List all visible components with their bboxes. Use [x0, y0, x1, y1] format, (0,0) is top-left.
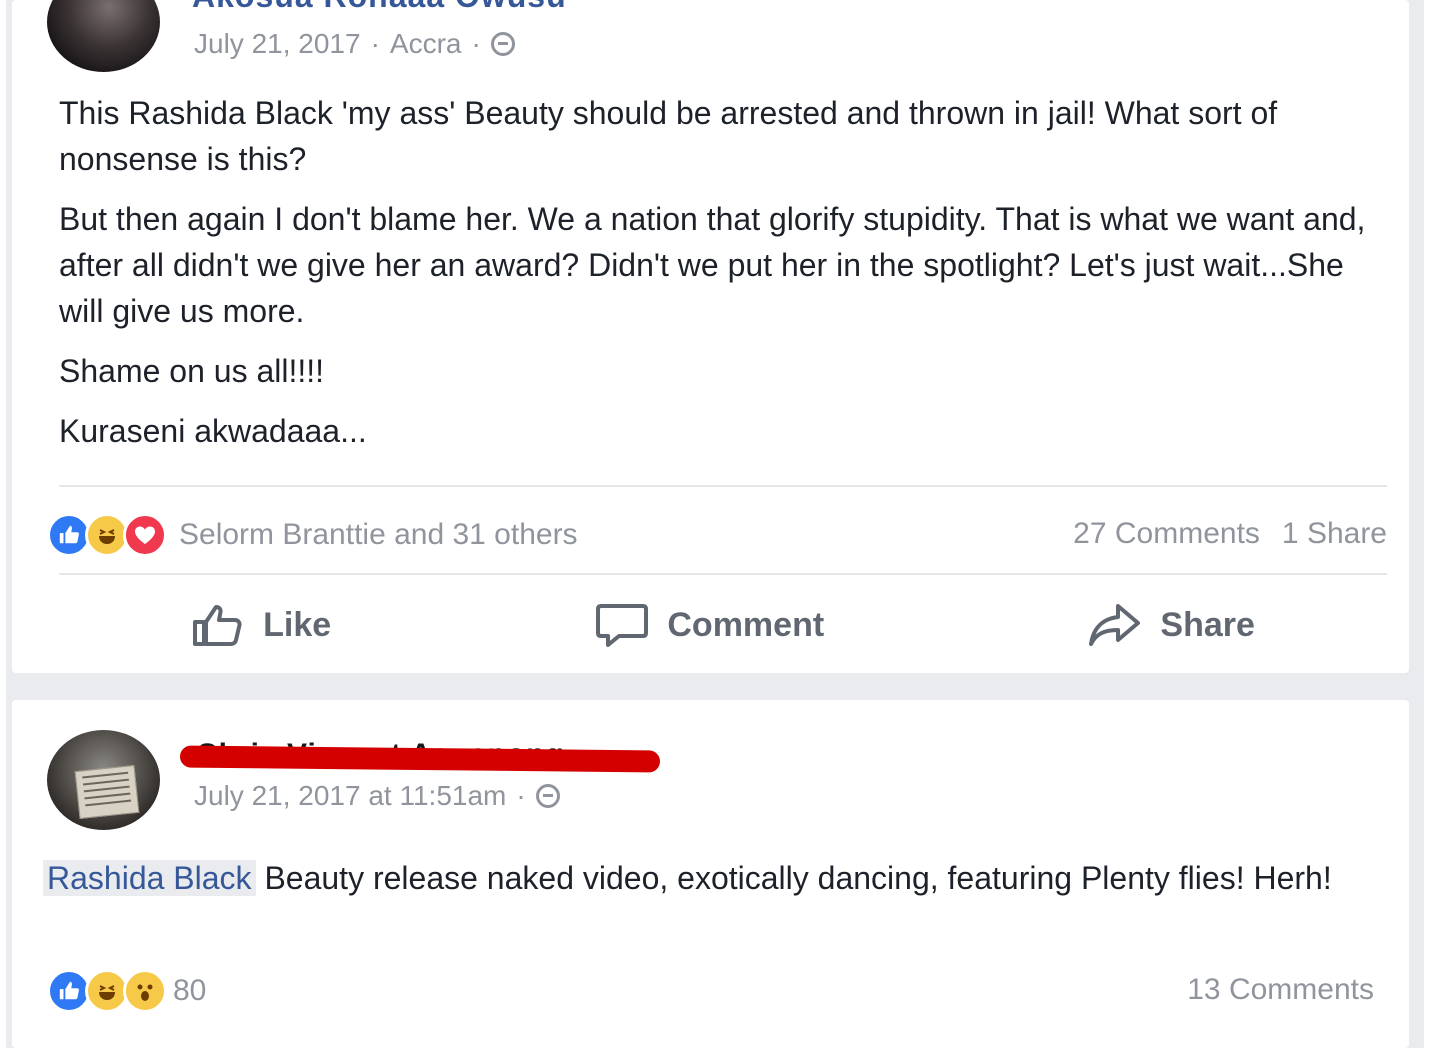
post-paragraph: Kuraseni akwadaaa... [59, 413, 367, 449]
comment-bubble-icon [596, 604, 649, 647]
post-paragraph: Shame on us all!!!! [59, 353, 325, 389]
author-avatar[interactable] [47, 730, 160, 830]
post-paragraph: This Rashida Black 'my ass' Beauty shoul… [59, 95, 1278, 177]
reactions-bar[interactable]: Selorm Branttie and 31 others [47, 513, 578, 557]
like-label: Like [263, 605, 332, 644]
post-paragraph: Rashida Black Beauty release naked video… [43, 855, 1367, 901]
meta-separator: · [516, 780, 526, 811]
share-button[interactable]: Share [1088, 602, 1255, 648]
post-text-content: Beauty release naked video, exotically d… [255, 860, 1332, 896]
divider [59, 573, 1387, 575]
thumbs-up-icon [193, 605, 242, 646]
reactions-bar[interactable]: 80 [47, 969, 206, 1013]
meta-separator: · [471, 28, 481, 59]
post-meta: July 21, 2017 at 11:51am · [194, 780, 560, 812]
author-avatar[interactable] [47, 0, 160, 72]
post-body: Rashida Black Beauty release naked video… [43, 855, 1367, 901]
post-location[interactable]: Accra [390, 28, 462, 60]
like-button[interactable]: Like [191, 602, 331, 648]
avatar-sign-image [74, 764, 140, 820]
privacy-globe-icon[interactable] [535, 784, 560, 808]
share-label: Share [1160, 605, 1255, 644]
privacy-globe-icon[interactable] [490, 32, 515, 56]
engagement-counts: 13 Comments [1187, 973, 1374, 1007]
comment-label: Comment [667, 605, 825, 644]
shares-count[interactable]: 1 Share [1282, 517, 1387, 551]
post-meta: July 21, 2017 · Accra · [194, 28, 515, 60]
engagement-counts: 27 Comments 1 Share [1073, 517, 1387, 551]
post-date[interactable]: July 21, 2017 [194, 28, 361, 60]
divider [59, 485, 1387, 487]
post-date[interactable]: July 21, 2017 at 11:51am [194, 780, 506, 812]
comments-count[interactable]: 13 Comments [1187, 973, 1374, 1007]
reactions-summary[interactable]: Selorm Branttie and 31 others [179, 518, 578, 552]
share-arrow-icon [1089, 604, 1141, 646]
reactions-count[interactable]: 80 [173, 974, 206, 1008]
post-body: This Rashida Black 'my ass' Beauty shoul… [59, 90, 1379, 454]
wow-reaction-icon [123, 969, 167, 1013]
comment-button[interactable]: Comment [595, 602, 824, 648]
meta-separator: · [370, 28, 380, 59]
post-paragraph: But then again I don't blame her. We a n… [59, 201, 1366, 329]
comments-count[interactable]: 27 Comments [1073, 517, 1260, 551]
author-name[interactable]: Akosua Ronaaa Owusu [192, 0, 567, 15]
post-actions: Like Comment Share [59, 590, 1387, 660]
mention-link[interactable]: Rashida Black [43, 860, 256, 896]
post-card: Akosua Ronaaa Owusu July 21, 2017 · Accr… [12, 0, 1409, 673]
love-reaction-icon [123, 513, 167, 557]
